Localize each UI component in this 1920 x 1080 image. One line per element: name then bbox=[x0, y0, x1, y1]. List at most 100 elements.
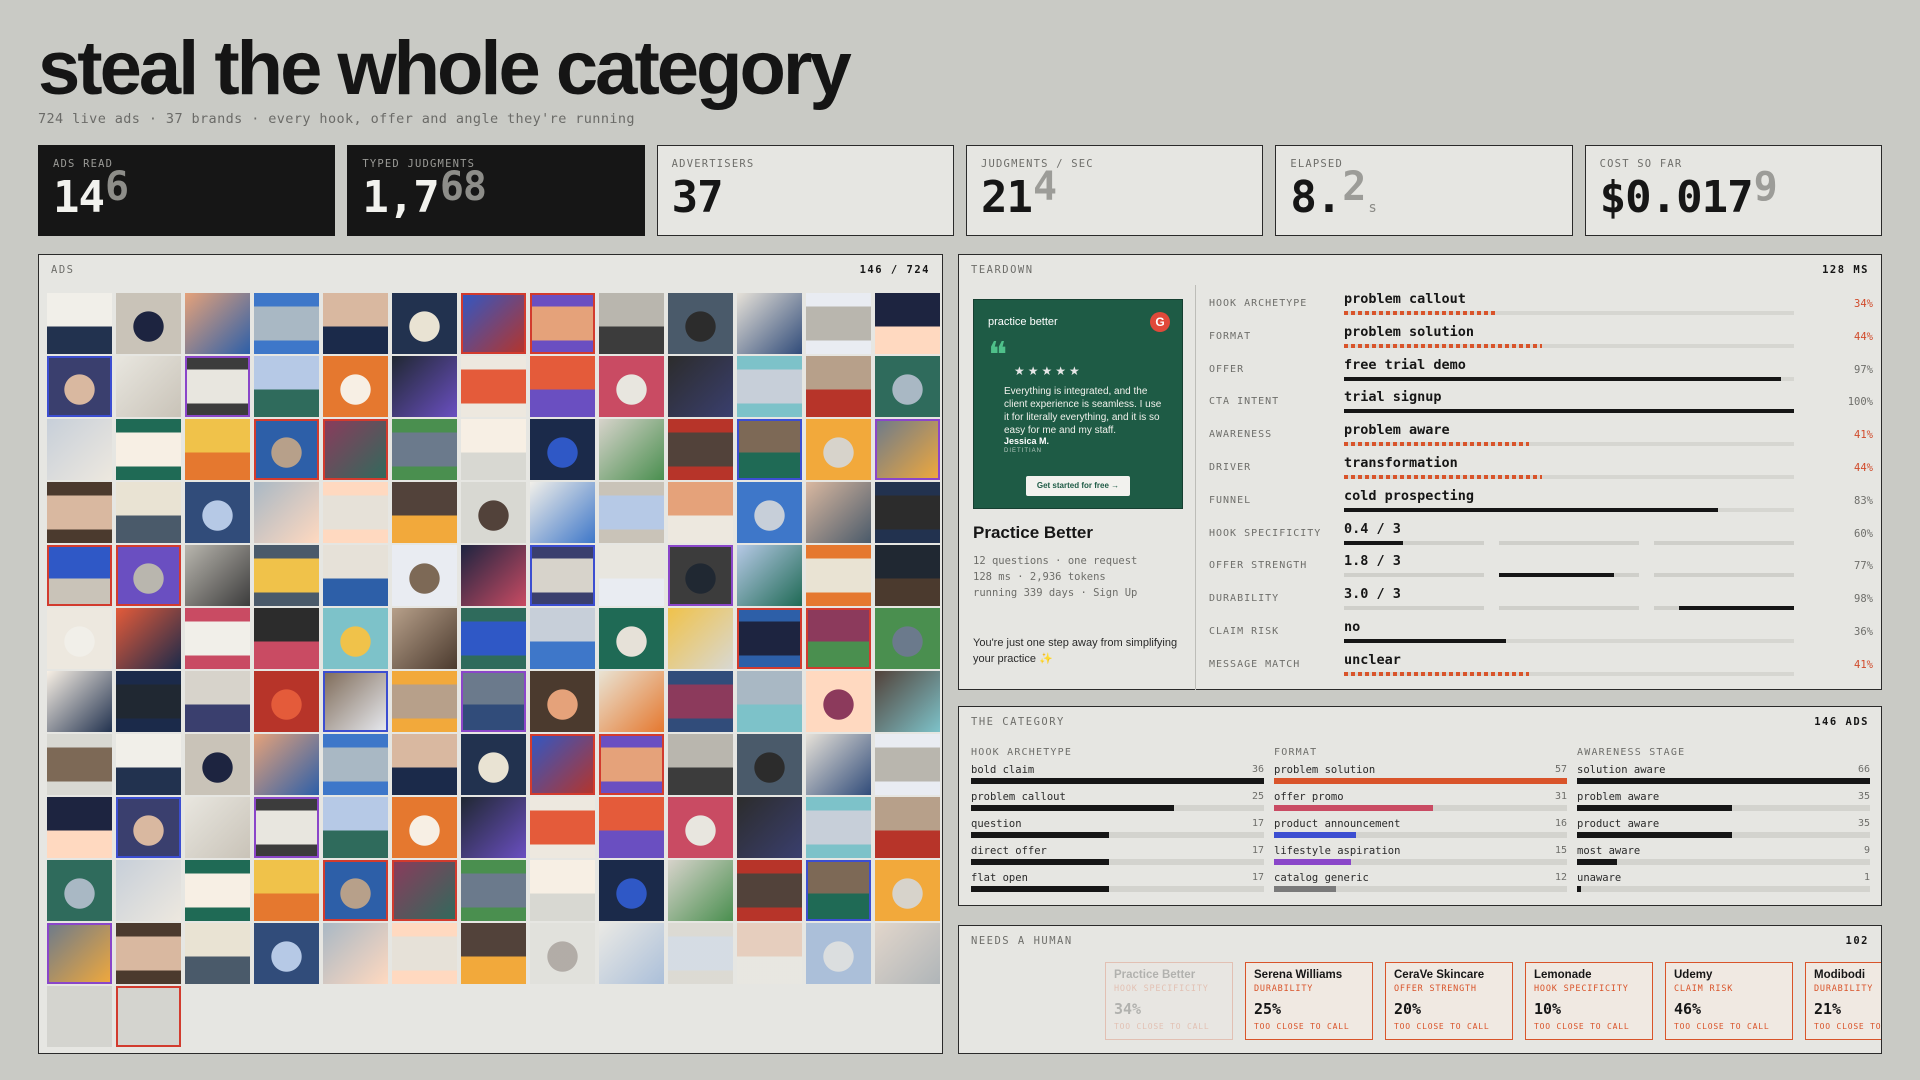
ad-thumbnail[interactable] bbox=[875, 545, 940, 606]
category-item[interactable]: unaware 1 bbox=[1577, 872, 1870, 899]
ad-thumbnail[interactable] bbox=[116, 608, 181, 669]
ad-thumbnail[interactable] bbox=[392, 356, 457, 417]
ad-thumbnail[interactable] bbox=[392, 482, 457, 543]
ad-thumbnail[interactable] bbox=[599, 923, 664, 984]
ad-thumbnail[interactable] bbox=[806, 860, 871, 921]
ad-thumbnail[interactable] bbox=[185, 608, 250, 669]
ad-thumbnail[interactable] bbox=[530, 671, 595, 732]
ad-thumbnail[interactable] bbox=[737, 419, 802, 480]
ad-thumbnail[interactable] bbox=[47, 419, 112, 480]
ad-thumbnail[interactable] bbox=[461, 545, 526, 606]
review-card[interactable]: CeraVe Skincare OFFER STRENGTH 20% TOO CLOS… bbox=[1385, 962, 1513, 1040]
ad-thumbnail[interactable] bbox=[806, 419, 871, 480]
category-item[interactable]: question 17 bbox=[971, 818, 1264, 845]
ad-thumbnail[interactable] bbox=[392, 608, 457, 669]
category-item[interactable]: bold claim 36 bbox=[971, 764, 1264, 791]
ad-thumbnail[interactable] bbox=[806, 608, 871, 669]
ad-thumbnail[interactable] bbox=[806, 356, 871, 417]
category-item[interactable]: offer promo 31 bbox=[1274, 791, 1567, 818]
ad-thumbnail[interactable] bbox=[530, 419, 595, 480]
ad-thumbnail[interactable] bbox=[737, 797, 802, 858]
category-item[interactable]: flat open 17 bbox=[971, 872, 1264, 899]
ad-thumbnail[interactable] bbox=[323, 419, 388, 480]
ad-thumbnail[interactable] bbox=[47, 734, 112, 795]
ad-thumbnail[interactable] bbox=[875, 671, 940, 732]
ad-thumbnail[interactable] bbox=[185, 734, 250, 795]
review-card[interactable]: Practice Better HOOK SPECIFICITY 34% TOO CL… bbox=[1105, 962, 1233, 1040]
ad-thumbnail[interactable] bbox=[806, 923, 871, 984]
ad-thumbnail[interactable] bbox=[254, 608, 319, 669]
ad-thumbnail[interactable] bbox=[47, 860, 112, 921]
ad-thumbnail[interactable] bbox=[116, 671, 181, 732]
ad-thumbnail[interactable] bbox=[875, 482, 940, 543]
ad-thumbnail[interactable] bbox=[530, 923, 595, 984]
ad-thumbnail[interactable] bbox=[461, 923, 526, 984]
ad-thumbnail[interactable] bbox=[47, 293, 112, 354]
review-card[interactable]: Serena Williams DURABILITY 25% TOO CLOSE TO… bbox=[1245, 962, 1373, 1040]
ad-thumbnail[interactable] bbox=[116, 860, 181, 921]
ad-thumbnail[interactable] bbox=[116, 419, 181, 480]
ad-thumbnail[interactable] bbox=[875, 356, 940, 417]
ad-thumbnail[interactable] bbox=[599, 797, 664, 858]
ad-thumbnail[interactable] bbox=[599, 293, 664, 354]
ad-thumbnail[interactable] bbox=[323, 482, 388, 543]
ad-thumbnail[interactable] bbox=[668, 734, 733, 795]
ad-thumbnail[interactable] bbox=[323, 545, 388, 606]
ad-thumbnail[interactable] bbox=[668, 608, 733, 669]
ad-thumbnail[interactable] bbox=[392, 860, 457, 921]
ad-thumbnail[interactable] bbox=[737, 923, 802, 984]
ad-thumbnail[interactable] bbox=[461, 860, 526, 921]
ad-thumbnail[interactable] bbox=[806, 797, 871, 858]
ad-thumbnail[interactable] bbox=[323, 923, 388, 984]
ad-thumbnail[interactable] bbox=[185, 923, 250, 984]
ad-thumbnail[interactable] bbox=[599, 545, 664, 606]
ad-thumbnail[interactable] bbox=[392, 734, 457, 795]
ad-thumbnail[interactable] bbox=[185, 419, 250, 480]
ad-thumbnail[interactable] bbox=[668, 419, 733, 480]
ad-thumbnail[interactable] bbox=[323, 671, 388, 732]
ad-thumbnail[interactable] bbox=[185, 482, 250, 543]
ad-thumbnail[interactable] bbox=[875, 734, 940, 795]
ad-thumbnail[interactable] bbox=[668, 545, 733, 606]
category-item[interactable]: solution aware 66 bbox=[1577, 764, 1870, 791]
ad-thumbnail[interactable] bbox=[116, 482, 181, 543]
ad-thumbnail[interactable] bbox=[185, 860, 250, 921]
ad-thumbnail[interactable] bbox=[875, 860, 940, 921]
ad-thumbnail[interactable] bbox=[599, 734, 664, 795]
ad-thumbnail[interactable] bbox=[185, 797, 250, 858]
ad-thumbnail[interactable] bbox=[668, 482, 733, 543]
ad-thumbnail[interactable] bbox=[806, 545, 871, 606]
category-item[interactable]: product aware 35 bbox=[1577, 818, 1870, 845]
ad-thumbnail[interactable] bbox=[392, 671, 457, 732]
category-item[interactable]: catalog generic 12 bbox=[1274, 872, 1567, 899]
ad-thumbnail[interactable] bbox=[47, 482, 112, 543]
ad-thumbnail[interactable] bbox=[875, 923, 940, 984]
ad-thumbnail[interactable] bbox=[461, 797, 526, 858]
ad-thumbnail[interactable] bbox=[254, 545, 319, 606]
category-item[interactable]: problem callout 25 bbox=[971, 791, 1264, 818]
ad-thumbnail[interactable] bbox=[737, 608, 802, 669]
category-item[interactable]: direct offer 17 bbox=[971, 845, 1264, 872]
ad-thumbnail[interactable] bbox=[185, 545, 250, 606]
ad-thumbnail[interactable] bbox=[323, 734, 388, 795]
ad-thumbnail[interactable] bbox=[668, 293, 733, 354]
ad-thumbnail[interactable] bbox=[185, 293, 250, 354]
category-item[interactable]: lifestyle aspiration 15 bbox=[1274, 845, 1567, 872]
ad-thumbnail[interactable] bbox=[116, 923, 181, 984]
ad-thumbnail[interactable] bbox=[737, 293, 802, 354]
ad-thumbnail[interactable] bbox=[254, 671, 319, 732]
ad-thumbnail[interactable] bbox=[254, 923, 319, 984]
ad-thumbnail[interactable] bbox=[392, 797, 457, 858]
ad-thumbnail[interactable] bbox=[392, 545, 457, 606]
ad-thumbnail[interactable] bbox=[392, 923, 457, 984]
ad-thumbnail[interactable] bbox=[806, 293, 871, 354]
ad-thumbnail[interactable] bbox=[737, 860, 802, 921]
ad-thumbnail[interactable] bbox=[668, 797, 733, 858]
category-item[interactable]: problem solution 57 bbox=[1274, 764, 1567, 791]
category-item[interactable]: problem aware 35 bbox=[1577, 791, 1870, 818]
ad-thumbnail[interactable] bbox=[530, 608, 595, 669]
ad-thumbnail[interactable] bbox=[599, 860, 664, 921]
ad-thumbnail[interactable] bbox=[737, 482, 802, 543]
ad-thumbnail[interactable] bbox=[47, 356, 112, 417]
ad-thumbnail[interactable] bbox=[599, 671, 664, 732]
